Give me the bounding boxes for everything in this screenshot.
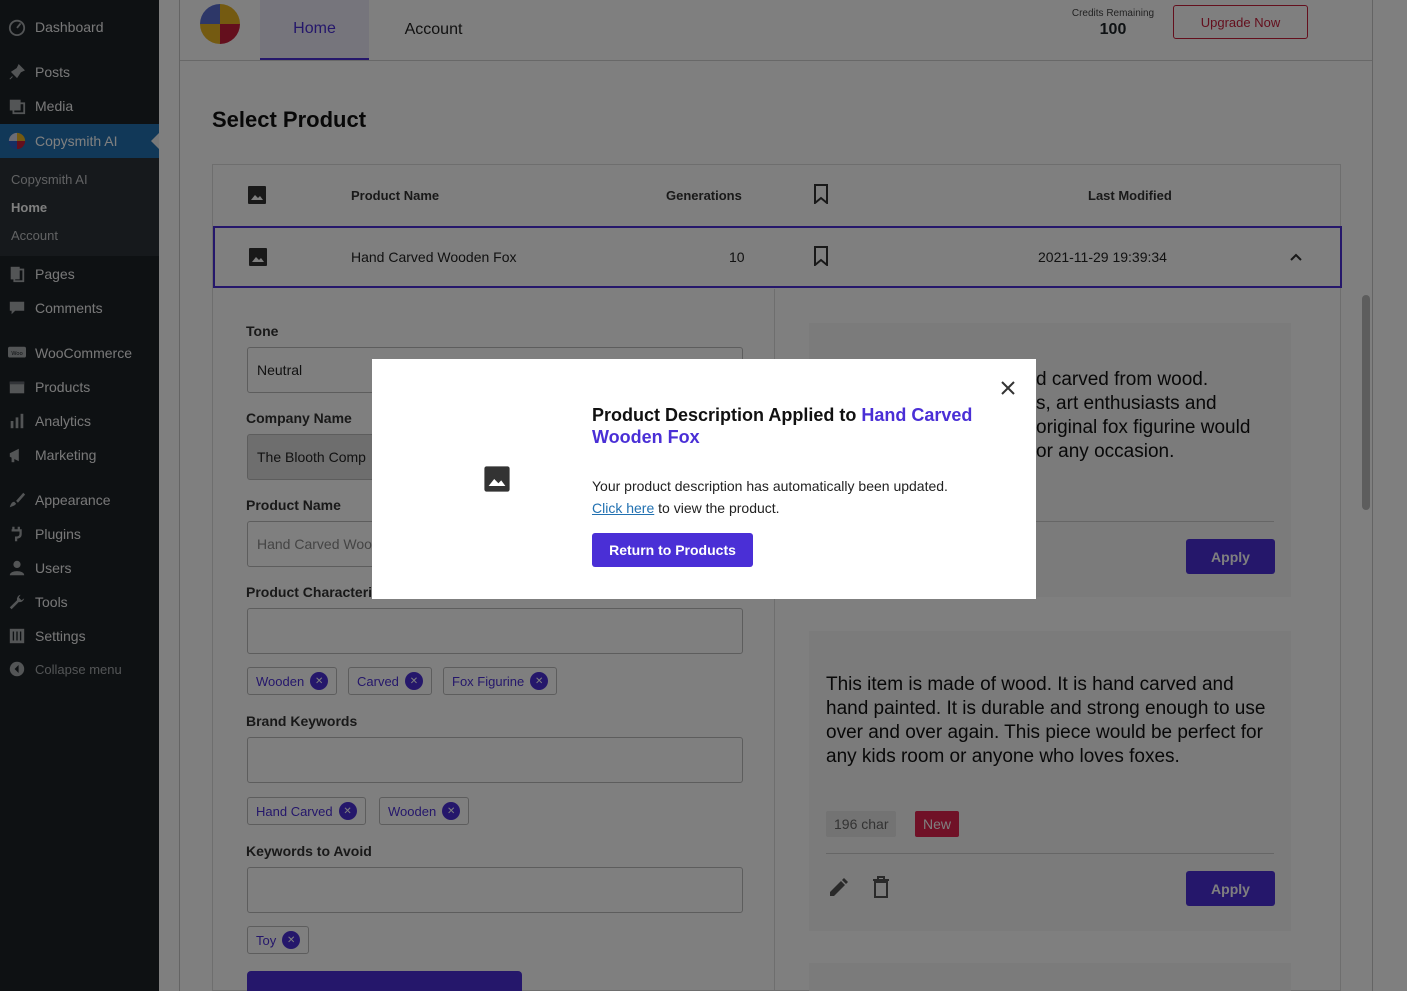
- modal-title-prefix: Product Description Applied to: [592, 405, 862, 425]
- return-to-products-button[interactable]: Return to Products: [592, 533, 753, 567]
- image-icon: [483, 465, 511, 493]
- modal-body-text: Your product description has automatical…: [592, 478, 948, 494]
- success-modal: Product Description Applied to Hand Carv…: [372, 359, 1036, 599]
- modal-link-line: Click here to view the product.: [592, 497, 1012, 519]
- close-icon[interactable]: [996, 376, 1020, 400]
- view-product-link[interactable]: Click here: [592, 500, 654, 516]
- modal-title: Product Description Applied to Hand Carv…: [592, 404, 1002, 448]
- modal-link-suffix: to view the product.: [654, 500, 780, 516]
- modal-body: Your product description has automatical…: [592, 475, 1012, 519]
